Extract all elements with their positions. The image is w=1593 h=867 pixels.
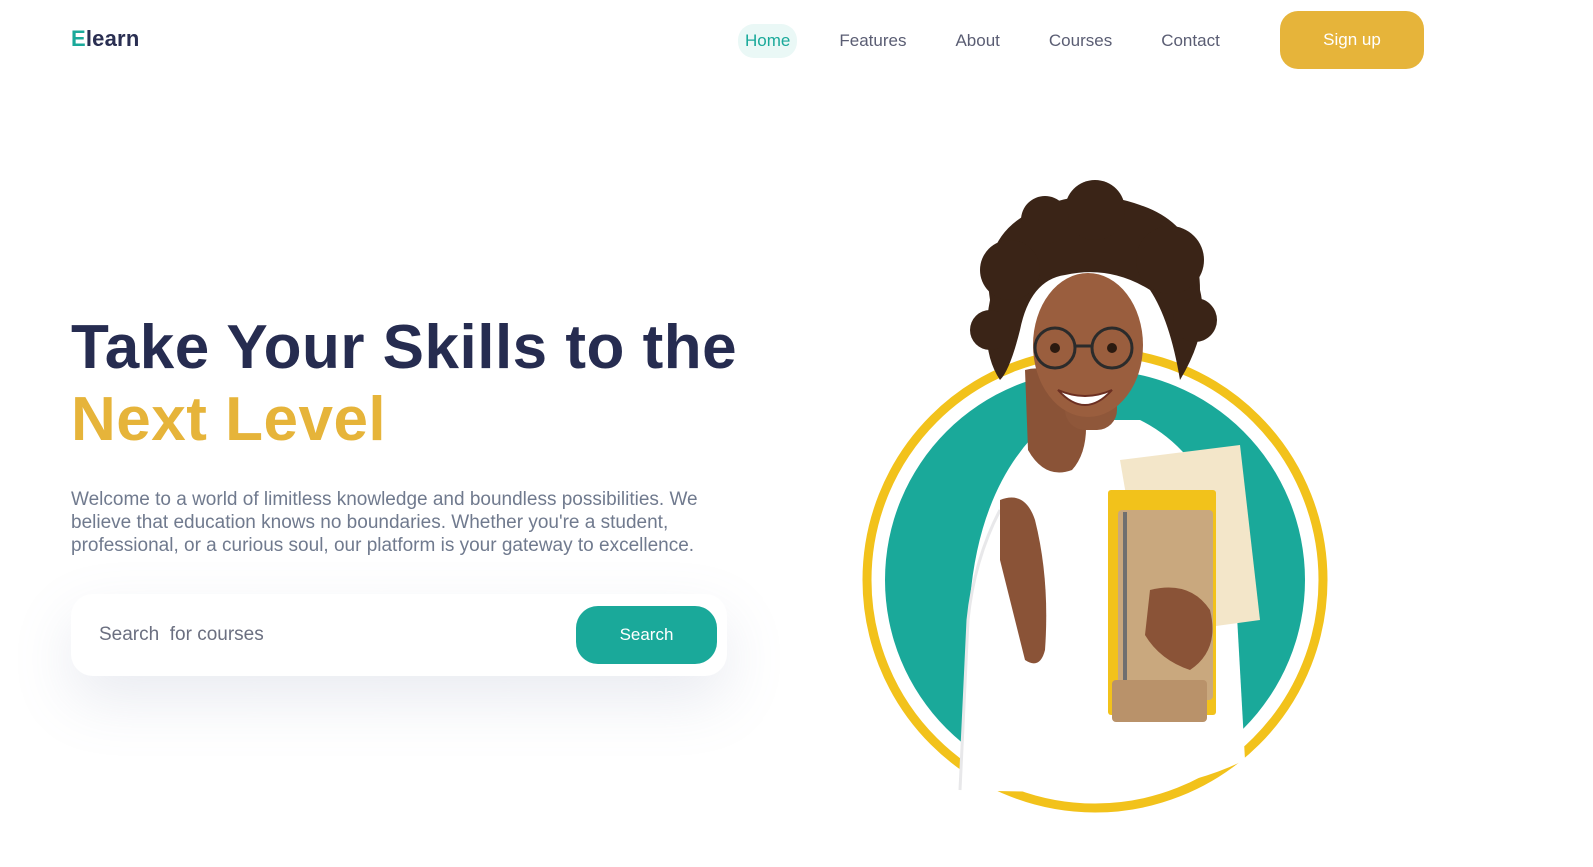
search-input[interactable] — [97, 616, 557, 654]
hero-title-line2: Next Level — [71, 385, 387, 454]
logo-initial: E — [71, 26, 86, 51]
search-button[interactable]: Search — [576, 606, 717, 664]
landing-page: Elearn Home Features About Courses Conta… — [0, 0, 1593, 867]
hero-title-line1: Take Your Skills to the — [71, 313, 738, 382]
signup-button[interactable]: Sign up — [1280, 11, 1424, 69]
logo[interactable]: Elearn — [71, 26, 139, 52]
main-nav: Home Features About Courses Contact — [738, 24, 1227, 58]
student-photo-icon — [862, 180, 1328, 813]
search-bar: Search — [71, 594, 727, 676]
hero-description: Welcome to a world of limitless knowledg… — [71, 489, 698, 556]
hero-title: Take Your Skills to the Next Level — [71, 312, 737, 456]
logo-text: learn — [85, 26, 140, 51]
nav-about[interactable]: About — [948, 24, 1006, 58]
nav-features[interactable]: Features — [832, 24, 913, 58]
nav-home[interactable]: Home — [738, 24, 798, 58]
nav-courses[interactable]: Courses — [1042, 24, 1119, 58]
nav-contact[interactable]: Contact — [1154, 24, 1227, 58]
